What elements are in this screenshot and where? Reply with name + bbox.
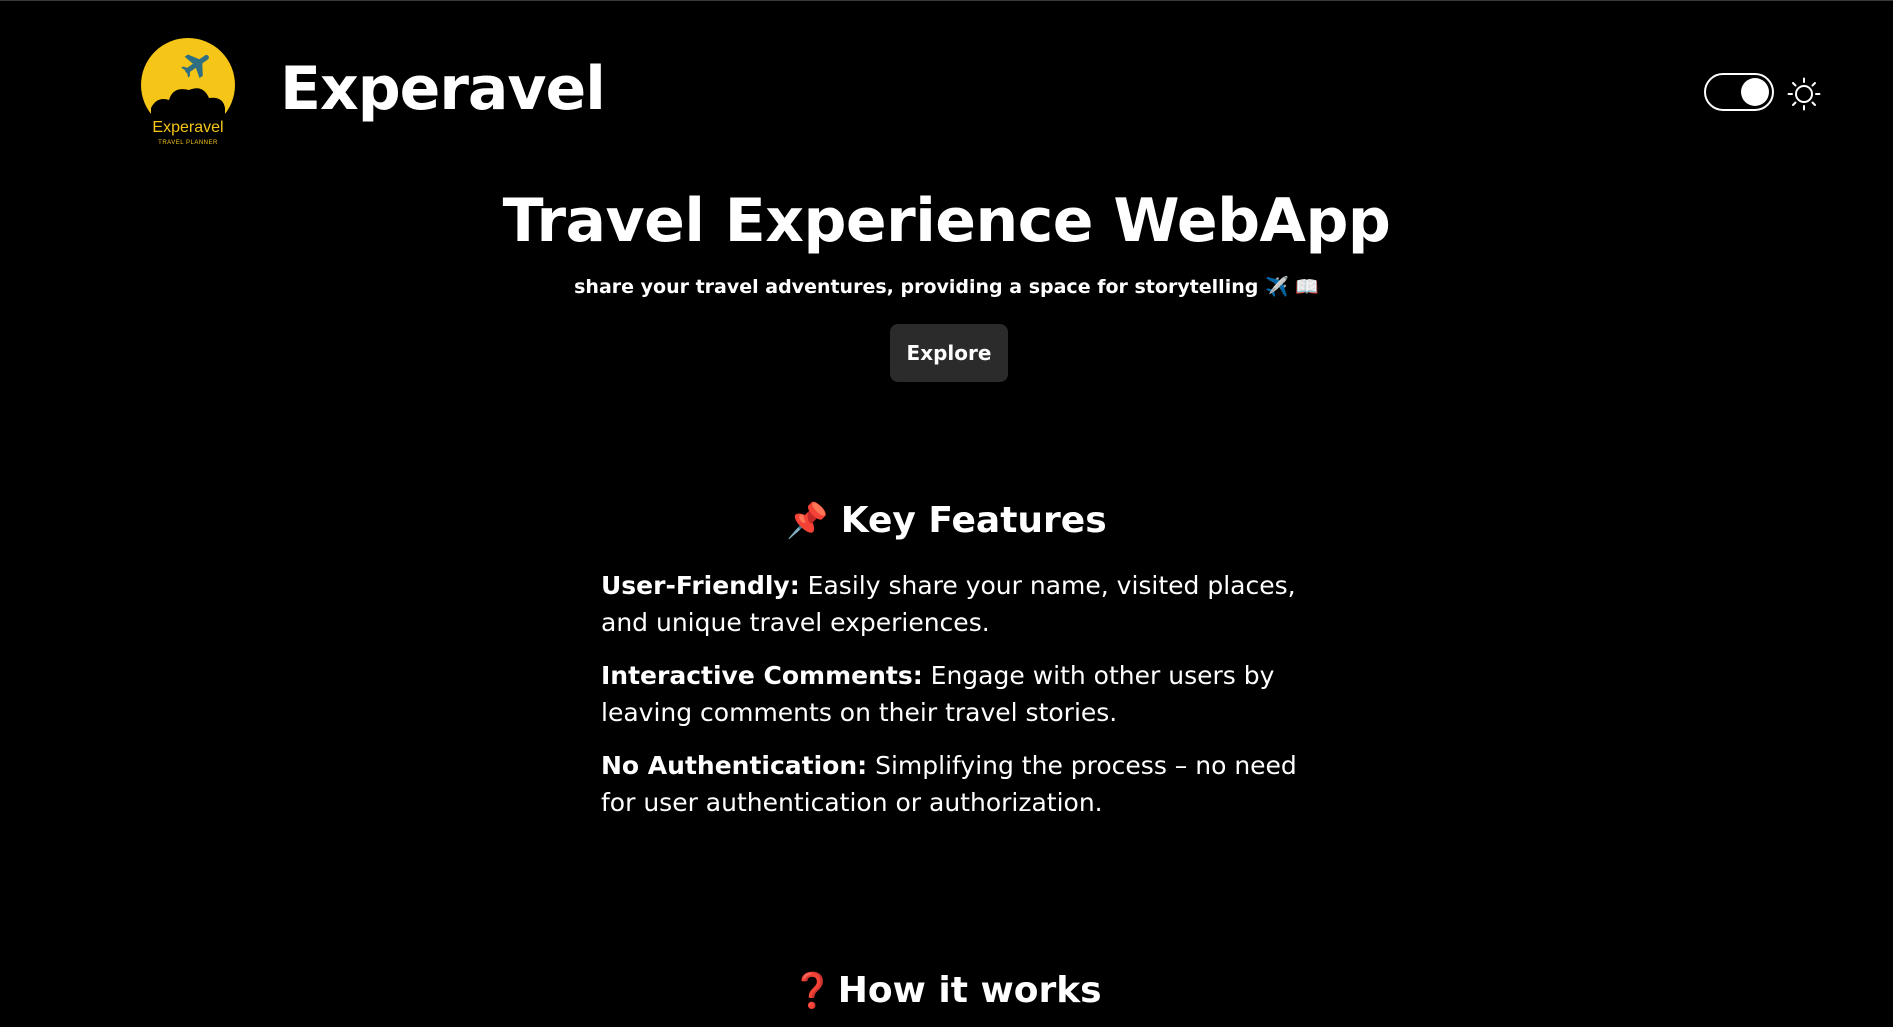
key-features-heading: 📌 Key Features [0,497,1893,545]
question-mark-icon: ❓ [791,971,834,1011]
experavel-logo[interactable]: Experavel TRAVEL PLANNER [139,38,237,148]
feature-label: Interactive Comments: [601,661,923,690]
how-it-works-heading: ❓ How it works [0,967,1893,1015]
page: Experavel TRAVEL PLANNER Experavel Trave… [0,0,1893,1027]
sun-icon [1787,77,1821,111]
feature-item: User-Friendly: Easily share your name, v… [601,567,1321,641]
explore-button[interactable]: Explore [890,324,1008,382]
hero-title: Travel Experience WebApp [502,186,1391,256]
theme-toggle[interactable] [1704,73,1774,111]
how-it-works-title: How it works [837,970,1102,1011]
features-list: User-Friendly: Easily share your name, v… [601,567,1321,837]
brand-name[interactable]: Experavel [280,49,606,129]
feature-item: No Authentication: Simplifying the proce… [601,747,1321,821]
key-features-title: Key Features [840,500,1107,541]
feature-label: User-Friendly: [601,571,800,600]
feature-label: No Authentication: [601,751,868,780]
logo-subtext: TRAVEL PLANNER [158,140,218,146]
hero-subtitle: share your travel adventures, providing … [574,276,1319,298]
logo-wordmark: Experavel [152,119,223,136]
pushpin-icon: 📌 [786,501,829,541]
toggle-knob [1741,78,1769,106]
feature-item: Interactive Comments: Engage with other … [601,657,1321,731]
